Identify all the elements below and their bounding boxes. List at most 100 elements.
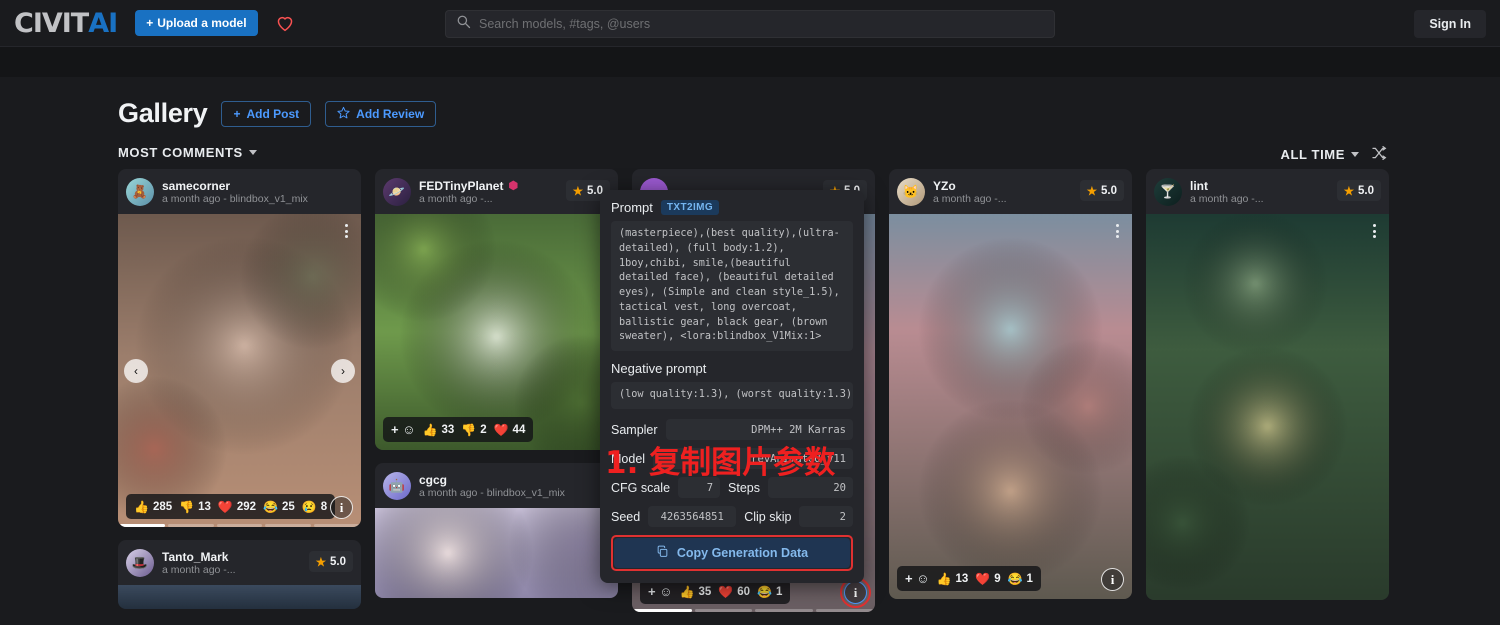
generation-data-popover[interactable]: Prompt TXT2IMG (masterpiece),(best quali… (600, 190, 864, 584)
gallery-card[interactable]: 🤖 cgcg a month ago - blindbox_v1_mix (375, 463, 618, 598)
search-input[interactable] (479, 17, 1044, 31)
image-info-button[interactable]: i (840, 577, 871, 608)
card-options-icon[interactable] (337, 220, 355, 242)
reaction-count: 44 (512, 423, 526, 436)
card-options-icon[interactable] (1108, 220, 1126, 242)
reaction-count: 285 (152, 500, 173, 513)
card-image[interactable] (118, 585, 361, 609)
card-meta: a month ago -... (933, 192, 1007, 205)
rating-badge: ★ 5.0 (1336, 180, 1381, 201)
card-username[interactable]: lint (1190, 179, 1264, 193)
laugh-icon: 😂 (263, 499, 278, 514)
card-header: 🐱 YZo a month ago -... ★ 5.0 (889, 169, 1132, 214)
image-info-button[interactable]: i (1101, 568, 1124, 591)
cfg-steps-row: CFG scale 7 Steps 20 (611, 477, 853, 499)
card-username[interactable]: cgcg (419, 473, 565, 487)
period-controls: ALL TIME (1281, 145, 1388, 164)
reaction-item: 😂 1 (757, 585, 782, 599)
heart-icon: ❤️ (217, 499, 233, 514)
search-bar[interactable] (445, 10, 1055, 38)
sign-in-button[interactable]: Sign In (1414, 10, 1486, 38)
reaction-count: 9 (994, 572, 1001, 585)
avatar[interactable]: 🐱 (897, 177, 925, 206)
card-header: 🤖 cgcg a month ago - blindbox_v1_mix (375, 463, 618, 508)
avatar[interactable]: 🤖 (383, 471, 411, 500)
star-icon: ★ (1343, 185, 1354, 198)
heart-icon: ❤️ (975, 571, 991, 586)
card-username[interactable]: YZo (933, 179, 1007, 193)
card-image[interactable]: + ☺ 👍 13 ❤️ 9 😂 1 i (889, 214, 1132, 599)
masonry-column: 🍸 lint a month ago -... ★ 5.0 (1146, 169, 1389, 613)
masonry-column: 🧸 samecorner a month ago - blindbox_v1_m… (118, 169, 361, 622)
star-icon: ★ (315, 556, 326, 569)
image-info-button[interactable]: i (330, 496, 353, 519)
gallery-card[interactable]: 🪐 FEDTinyPlanet ⬢ a month ago -... ★ 5.0 (375, 169, 618, 450)
rating-value: 5.0 (330, 555, 346, 568)
shuffle-icon[interactable] (1371, 145, 1387, 164)
txt2img-badge: TXT2IMG (660, 200, 720, 215)
thumbs-up-icon: 👍 (134, 499, 149, 514)
username-text: samecorner (162, 178, 231, 193)
avatar[interactable]: 🍸 (1154, 177, 1182, 206)
supporter-badge-icon: ⬢ (508, 180, 519, 192)
username-text: Tanto_Mark (162, 549, 229, 564)
reaction-count: 13 (198, 500, 211, 513)
image-canvas (118, 214, 361, 527)
card-meta: a month ago - blindbox_v1_mix (162, 192, 308, 205)
avatar[interactable]: 🎩 (126, 548, 154, 577)
add-reaction-button[interactable]: + ☺ (391, 422, 415, 437)
seed-label: Seed (611, 509, 641, 524)
gallery-card[interactable]: 🧸 samecorner a month ago - blindbox_v1_m… (118, 169, 361, 527)
add-reaction-button[interactable]: + ☺ (648, 584, 672, 599)
card-meta: a month ago -... (1190, 192, 1264, 205)
rating-value: 5.0 (1101, 184, 1117, 197)
site-logo[interactable]: CIVIT AI (14, 8, 118, 39)
heart-icon: ❤️ (718, 584, 734, 599)
add-post-button[interactable]: + Add Post (221, 100, 312, 127)
avatar[interactable]: 🧸 (126, 177, 154, 206)
reaction-item: ❤️ 44 (494, 423, 526, 437)
add-reaction-button[interactable]: + ☺ (905, 571, 929, 586)
sort-dropdown[interactable]: MOST COMMENTS (118, 145, 257, 160)
reaction-bar[interactable]: + ☺ 👍 33 👎 2 ❤️ 44 (383, 417, 534, 442)
gallery-card[interactable]: 🎩 Tanto_Mark a month ago -... ★ 5.0 (118, 540, 361, 609)
reaction-bar[interactable]: 👍 285 👎 13 ❤️ 292 😂 25 😢 8 (126, 494, 336, 519)
carousel-next-button[interactable]: › (331, 358, 355, 383)
card-image[interactable]: ‹ › 👍 285 👎 13 ❤️ 292 😂 25 😢 8 i (118, 214, 361, 527)
card-meta: a month ago - blindbox_v1_mix (419, 486, 565, 499)
gallery-card[interactable]: 🐱 YZo a month ago -... ★ 5.0 + ☺ 👍 13 ❤️… (889, 169, 1132, 599)
add-review-button[interactable]: Add Review (325, 100, 437, 127)
username-text: cgcg (419, 472, 448, 487)
steps-label: Steps (728, 480, 761, 495)
cfg-scale-label: CFG scale (611, 480, 671, 495)
gallery-card[interactable]: 🍸 lint a month ago -... ★ 5.0 (1146, 169, 1389, 600)
masonry-column: 🪐 FEDTinyPlanet ⬢ a month ago -... ★ 5.0 (375, 169, 618, 611)
thumbs-down-icon: 👎 (461, 422, 477, 437)
carousel-indicator (632, 609, 875, 612)
reaction-item: 👎 2 (461, 423, 486, 437)
thumbs-down-icon: 👎 (179, 499, 195, 514)
carousel-prev-button[interactable]: ‹ (124, 358, 148, 383)
upload-model-label: Upload a model (157, 16, 247, 30)
card-image[interactable] (375, 508, 618, 598)
upload-model-button[interactable]: + Upload a model (135, 10, 258, 36)
reaction-bar[interactable]: + ☺ 👍 13 ❤️ 9 😂 1 (897, 566, 1041, 591)
sort-label: MOST COMMENTS (118, 145, 243, 160)
card-image[interactable]: + ☺ 👍 33 👎 2 ❤️ 44 (375, 214, 618, 450)
card-username[interactable]: FEDTinyPlanet ⬢ (419, 179, 518, 193)
image-canvas (889, 214, 1132, 599)
reaction-count: 292 (236, 500, 257, 513)
avatar[interactable]: 🪐 (383, 177, 411, 206)
star-icon: ★ (572, 185, 583, 198)
card-image[interactable] (1146, 214, 1389, 600)
card-username[interactable]: Tanto_Mark (162, 550, 236, 564)
period-label: ALL TIME (1280, 147, 1345, 162)
thumbs-up-icon: 👍 (422, 422, 438, 437)
copy-generation-data-button[interactable]: Copy Generation Data (614, 538, 850, 569)
period-dropdown[interactable]: ALL TIME (1280, 147, 1359, 162)
card-username[interactable]: samecorner (162, 179, 308, 193)
card-options-icon[interactable] (1365, 220, 1383, 242)
negative-prompt-text: (low quality:1.3), (worst quality:1.3), (611, 382, 853, 410)
steps-value: 20 (768, 477, 853, 499)
heart-icon[interactable] (274, 12, 296, 34)
